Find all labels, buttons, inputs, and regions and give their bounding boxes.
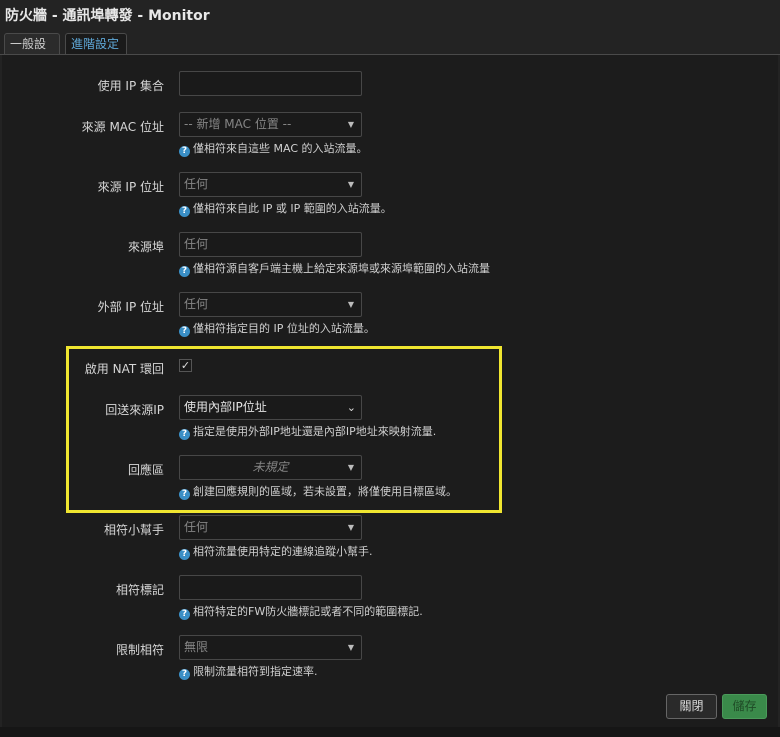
save-button[interactable]: 儲存 [722,694,767,719]
tab-advanced[interactable]: 進階設定 [65,33,127,54]
src-port-help: ? 僅相符源自客戶端主機上給定來源埠或來源埠範圍的入站流量 [179,260,490,277]
limit-help: ? 限制流量相符到指定速率. [179,663,318,680]
src-ip-help-text: 僅相符來自此 IP 或 IP 範圍的入站流量。 [193,202,392,215]
help-icon: ? [179,609,190,620]
caret-down-icon: ▼ [347,120,354,129]
ip-set-input[interactable] [179,71,362,96]
ext-ip-select[interactable]: 任何 ▼ [179,292,362,317]
ip-set-label: 使用 IP 集合 [97,79,164,93]
src-ip-label: 來源 IP 位址 [97,180,164,194]
caret-down-icon: ▼ [347,643,354,652]
caret-down-icon: ▼ [347,300,354,309]
mark-label: 相符標記 [115,583,164,597]
help-icon: ? [179,206,190,217]
help-icon: ? [179,326,190,337]
ext-ip-help-text: 僅相符指定目的 IP 位址的入站流量。 [193,322,375,335]
helper-help: ? 相符流量使用特定的連線追蹤小幫手. [179,543,373,560]
bottom-bar [0,727,780,737]
help-icon: ? [179,146,190,157]
caret-down-icon: ▼ [347,523,354,532]
helper-value: 任何 [184,520,209,534]
src-port-help-text: 僅相符源自客戶端主機上給定來源埠或來源埠範圍的入站流量 [193,262,490,275]
ext-ip-value: 任何 [184,297,209,311]
src-ip-select[interactable]: 任何 ▼ [179,172,362,197]
src-mac-help-text: 僅相符來自這些 MAC 的入站流量。 [193,142,368,155]
close-button[interactable]: 關閉 [666,694,717,719]
helper-help-text: 相符流量使用特定的連線追蹤小幫手. [193,545,373,558]
limit-label: 限制相符 [115,643,164,657]
src-port-input[interactable]: 任何 [179,232,362,257]
mark-help: ? 相符特定的FW防火牆標記或者不同的範圍標記. [179,603,423,620]
mark-help-text: 相符特定的FW防火牆標記或者不同的範圍標記. [193,605,423,618]
window-title: 防火牆 - 通訊埠轉發 - Monitor [5,8,210,24]
src-port-label: 來源埠 [127,240,164,254]
ext-ip-label: 外部 IP 位址 [97,300,164,314]
highlight-box [66,346,502,513]
src-mac-select[interactable]: -- 新增 MAC 位置 -- ▼ [179,112,362,137]
mark-input[interactable] [179,575,362,600]
limit-value: 無限 [184,640,209,654]
caret-down-icon: ▼ [347,180,354,189]
src-ip-help: ? 僅相符來自此 IP 或 IP 範圍的入站流量。 [179,200,392,217]
src-ip-value: 任何 [184,177,209,191]
limit-select[interactable]: 無限 ▼ [179,635,362,660]
help-icon: ? [179,549,190,560]
ext-ip-help: ? 僅相符指定目的 IP 位址的入站流量。 [179,320,375,337]
tab-general[interactable]: 一般設定 [4,33,60,72]
src-mac-label: 來源 MAC 位址 [81,120,164,134]
help-icon: ? [179,266,190,277]
help-icon: ? [179,669,190,680]
helper-label: 相符小幫手 [103,523,164,537]
src-mac-help: ? 僅相符來自這些 MAC 的入站流量。 [179,140,368,157]
src-mac-value: -- 新增 MAC 位置 -- [184,117,292,131]
limit-help-text: 限制流量相符到指定速率. [193,665,318,678]
helper-select[interactable]: 任何 ▼ [179,515,362,540]
